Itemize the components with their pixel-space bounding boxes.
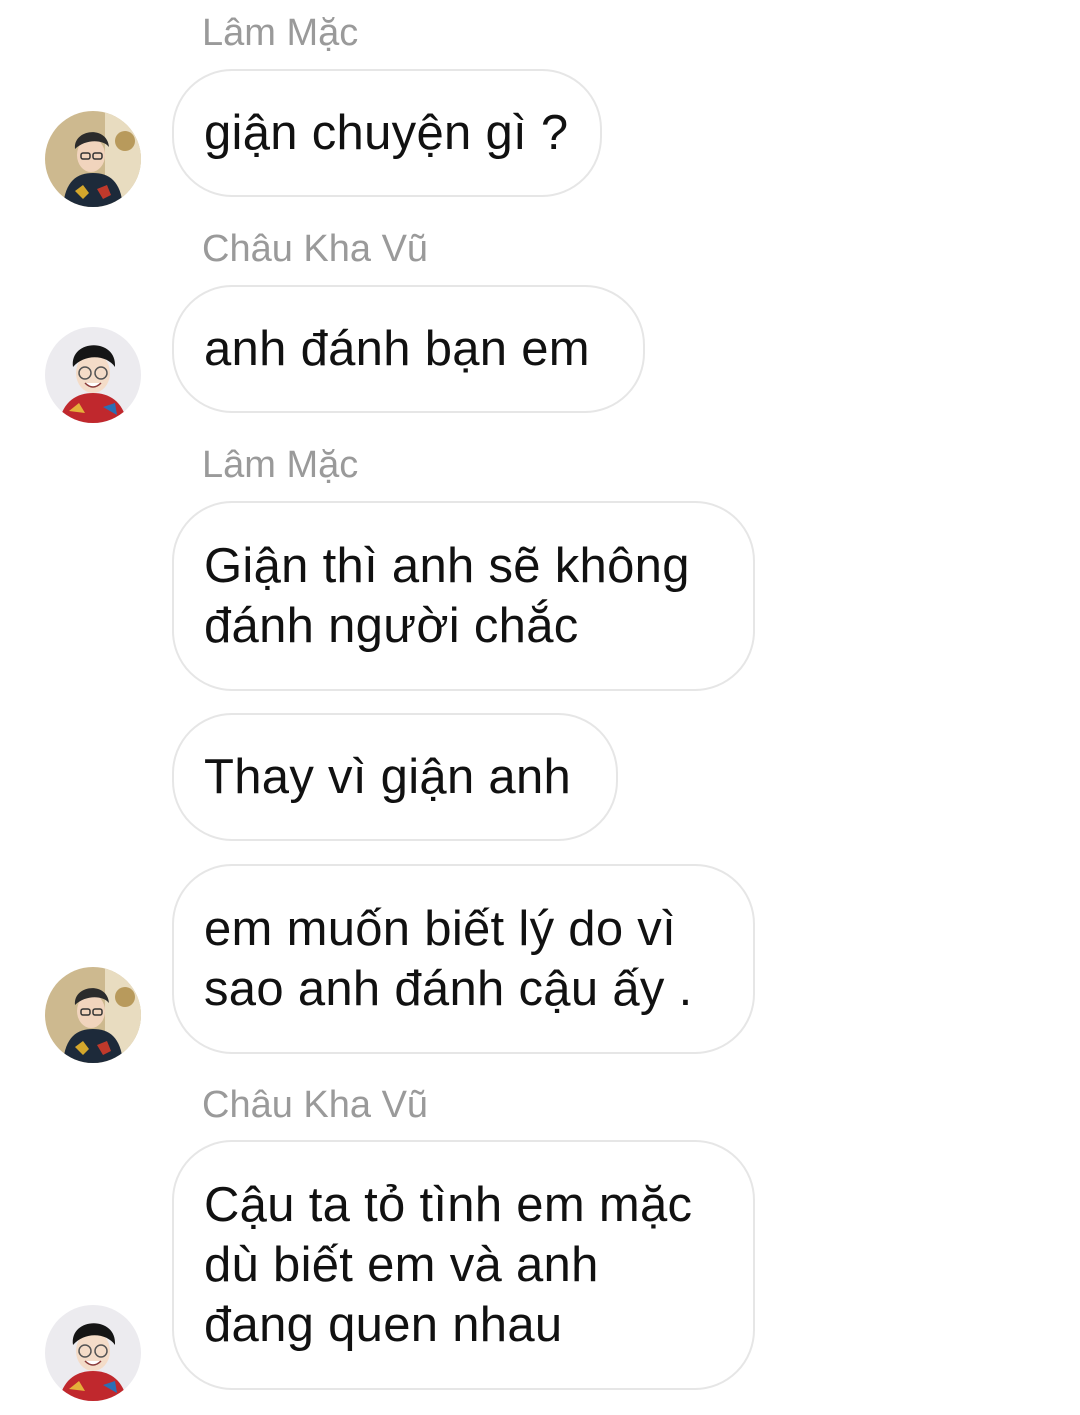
avatar-lam-mac[interactable]	[45, 111, 141, 207]
message-text: Cậu ta tỏ tình em mặc dù biết em và anh …	[204, 1178, 693, 1352]
sender-name-lam-mac: Lâm Mặc	[202, 444, 359, 486]
message-text: Thay vì giận anh	[204, 750, 572, 804]
message-bubble[interactable]: em muốn biết lý do vì sao anh đánh cậu ấ…	[172, 864, 755, 1054]
message-bubble[interactable]: Thay vì giận anh	[172, 713, 618, 841]
sender-name-chau-kha-vu: Châu Kha Vũ	[202, 1084, 429, 1126]
avatar-chau-kha-vu-photo-icon	[45, 1305, 141, 1401]
message-text: Giận thì anh sẽ không đánh người chắc	[204, 539, 690, 653]
message-bubble[interactable]: giận chuyện gì ?	[172, 69, 602, 197]
avatar-chau-kha-vu-photo-icon	[45, 327, 141, 423]
message-bubble[interactable]: Giận thì anh sẽ không đánh người chắc	[172, 501, 755, 691]
message-text: em muốn biết lý do vì sao anh đánh cậu ấ…	[204, 902, 693, 1016]
message-bubble[interactable]: anh đánh bạn em	[172, 285, 645, 413]
avatar-lam-mac-photo-icon	[45, 111, 141, 207]
message-text: anh đánh bạn em	[204, 322, 590, 376]
message-text: giận chuyện gì ?	[204, 106, 569, 160]
avatar-chau-kha-vu[interactable]	[45, 327, 141, 423]
avatar-lam-mac[interactable]	[45, 967, 141, 1063]
sender-name-lam-mac: Lâm Mặc	[202, 12, 359, 54]
message-bubble[interactable]: Cậu ta tỏ tình em mặc dù biết em và anh …	[172, 1140, 755, 1390]
avatar-lam-mac-photo-icon	[45, 967, 141, 1063]
avatar-chau-kha-vu[interactable]	[45, 1305, 141, 1401]
sender-name-chau-kha-vu: Châu Kha Vũ	[202, 228, 429, 270]
